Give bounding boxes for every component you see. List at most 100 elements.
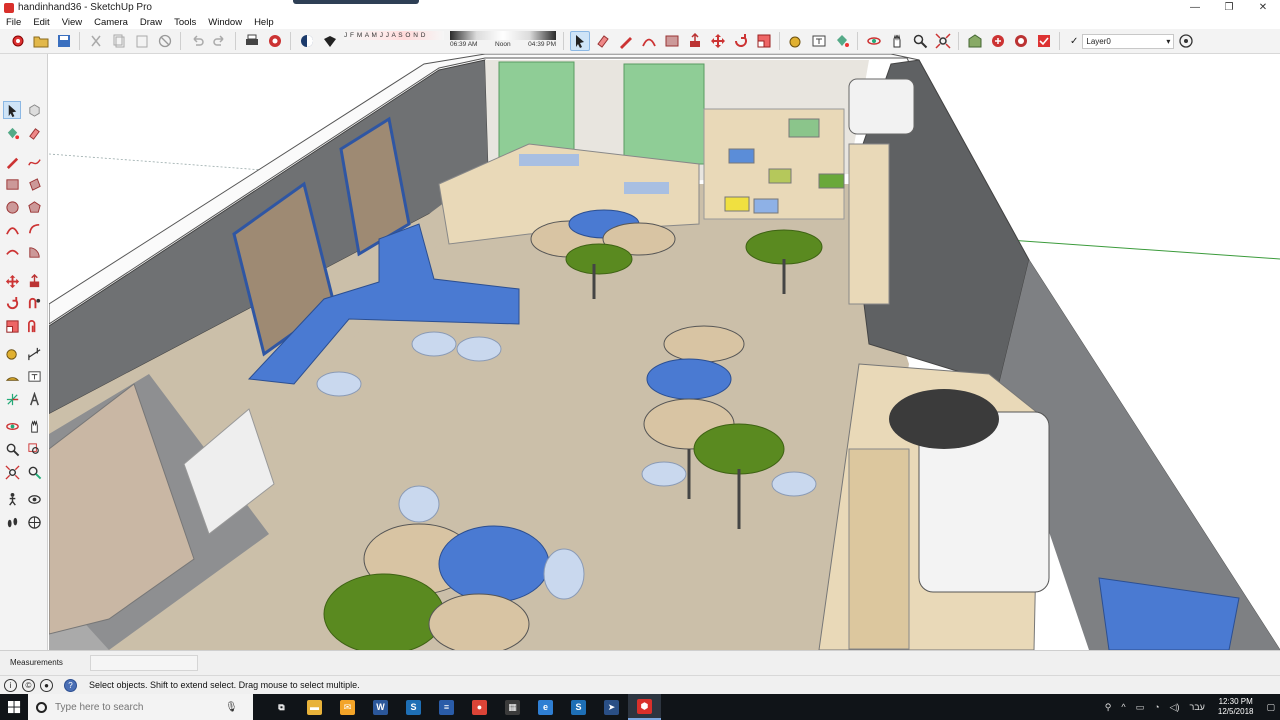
- menu-draw[interactable]: Draw: [134, 17, 168, 28]
- credits-icon[interactable]: ©: [22, 679, 35, 692]
- taskbar-app-sketchup-2[interactable]: S: [562, 694, 595, 720]
- shadow-date-slider[interactable]: J F M A M J J A S O N D: [344, 31, 444, 51]
- volume-icon[interactable]: ◁): [1170, 702, 1180, 713]
- menu-camera[interactable]: Camera: [88, 17, 134, 28]
- palette-zoom-extents[interactable]: [3, 463, 21, 481]
- open-button[interactable]: [31, 31, 51, 51]
- search-input[interactable]: [55, 701, 225, 713]
- shadow-time-slider[interactable]: 06:39 AM Noon 04:39 PM: [450, 31, 556, 51]
- rotate-tool-button[interactable]: [731, 31, 751, 51]
- palette-make-component[interactable]: [25, 101, 43, 119]
- palette-position-camera[interactable]: [3, 513, 21, 531]
- taskbar-app-file-explorer[interactable]: ▬: [298, 694, 331, 720]
- palette-dimension[interactable]: [25, 344, 43, 362]
- palette-pie[interactable]: [25, 243, 43, 261]
- network-icon[interactable]: ▭: [1136, 702, 1145, 713]
- line-tool-button[interactable]: [616, 31, 636, 51]
- layer-dropdown[interactable]: Layer0 ▾: [1082, 33, 1175, 49]
- palette-pan[interactable]: [25, 417, 43, 435]
- paste-button[interactable]: [132, 31, 152, 51]
- microphone-icon[interactable]: 🎙: [225, 702, 238, 713]
- start-button[interactable]: [0, 694, 28, 720]
- cut-button[interactable]: [86, 31, 106, 51]
- taskbar-app-edge[interactable]: e: [529, 694, 562, 720]
- palette-rotate[interactable]: [3, 294, 21, 312]
- scale-tool-button[interactable]: [754, 31, 774, 51]
- palette-3pt-arc[interactable]: [3, 243, 21, 261]
- help-icon[interactable]: ?: [64, 679, 77, 692]
- model-viewport[interactable]: [49, 54, 1280, 650]
- extension-warehouse-button[interactable]: [988, 31, 1008, 51]
- taskbar-app-arrow-app[interactable]: ➤: [595, 694, 628, 720]
- wifi-icon[interactable]: ◔: [1154, 702, 1159, 712]
- taskbar-app-chrome[interactable]: ●: [463, 694, 496, 720]
- orbit-button[interactable]: [864, 31, 884, 51]
- palette-3d-text[interactable]: [25, 390, 43, 408]
- people-icon[interactable]: ⚲: [1105, 702, 1112, 713]
- show-hidden-icons-chevron-icon[interactable]: ^: [1121, 702, 1125, 712]
- clock[interactable]: 12:30 PM 12/5/2018: [1218, 697, 1254, 717]
- copy-button[interactable]: [109, 31, 129, 51]
- zoom-button[interactable]: [910, 31, 930, 51]
- taskbar-app-sketchup[interactable]: S: [397, 694, 430, 720]
- palette-offset[interactable]: [25, 317, 43, 335]
- layout-button[interactable]: [1011, 31, 1031, 51]
- palette-circle[interactable]: [3, 198, 21, 216]
- erase-button[interactable]: [155, 31, 175, 51]
- taskbar-search[interactable]: 🎙: [28, 694, 253, 720]
- print-button[interactable]: [242, 31, 262, 51]
- pan-button[interactable]: [887, 31, 907, 51]
- menu-view[interactable]: View: [56, 17, 88, 28]
- palette-paint-bucket[interactable]: [3, 124, 21, 142]
- fog-toggle[interactable]: [320, 31, 340, 51]
- palette-zoom-window[interactable]: [25, 440, 43, 458]
- palette-eraser[interactable]: [25, 124, 43, 142]
- palette-move[interactable]: [3, 272, 21, 290]
- palette-previous-view[interactable]: [25, 463, 43, 481]
- layer-manager-button[interactable]: [1176, 31, 1196, 51]
- taskbar-app-outlook-mail[interactable]: ✉: [331, 694, 364, 720]
- classroom-3d-model[interactable]: [49, 54, 1280, 650]
- taskbar-app-calculator[interactable]: ▦: [496, 694, 529, 720]
- palette-scale[interactable]: [3, 317, 21, 335]
- menu-tools[interactable]: Tools: [168, 17, 202, 28]
- model-info-button[interactable]: [265, 31, 285, 51]
- palette-walk[interactable]: [3, 490, 21, 508]
- palette-freehand[interactable]: [25, 152, 43, 170]
- tape-measure-button[interactable]: [786, 31, 806, 51]
- palette-2pt-arc[interactable]: [25, 220, 43, 238]
- save-button[interactable]: [54, 31, 74, 51]
- palette-text[interactable]: [25, 367, 43, 385]
- taskbar-app-sketchup-pro[interactable]: ⬢: [628, 694, 661, 720]
- arc-tool-button[interactable]: [639, 31, 659, 51]
- palette-tape-measure[interactable]: [3, 344, 21, 362]
- push-pull-button[interactable]: [685, 31, 705, 51]
- taskbar-app-task-view[interactable]: ⧉: [265, 694, 298, 720]
- user-icon[interactable]: ●: [40, 679, 53, 692]
- shadows-toggle[interactable]: [297, 31, 317, 51]
- redo-button[interactable]: [210, 31, 230, 51]
- menu-edit[interactable]: Edit: [27, 17, 55, 28]
- text-tool-button[interactable]: [809, 31, 829, 51]
- palette-look-around[interactable]: [25, 490, 43, 508]
- extension-manager-button[interactable]: [1034, 31, 1054, 51]
- palette-arc[interactable]: [3, 220, 21, 238]
- palette-section-plane[interactable]: [25, 513, 43, 531]
- palette-rectangle[interactable]: [3, 175, 21, 193]
- menu-window[interactable]: Window: [202, 17, 248, 28]
- palette-axes[interactable]: [3, 390, 21, 408]
- maximize-button[interactable]: ❐: [1212, 0, 1246, 15]
- palette-follow-me[interactable]: [25, 294, 43, 312]
- getting-started-button[interactable]: [8, 31, 28, 51]
- measurements-input[interactable]: [90, 655, 198, 671]
- menu-file[interactable]: File: [0, 17, 27, 28]
- layer-selector[interactable]: ✓ Layer0 ▾: [1070, 33, 1175, 49]
- geolocation-icon[interactable]: i: [4, 679, 17, 692]
- move-tool-button[interactable]: [708, 31, 728, 51]
- taskbar-app-word[interactable]: W: [364, 694, 397, 720]
- palette-protractor[interactable]: [3, 367, 21, 385]
- undo-button[interactable]: [187, 31, 207, 51]
- select-tool-button[interactable]: [569, 31, 590, 51]
- 3d-warehouse-button[interactable]: [965, 31, 985, 51]
- taskbar-app-calendar-app[interactable]: ≡: [430, 694, 463, 720]
